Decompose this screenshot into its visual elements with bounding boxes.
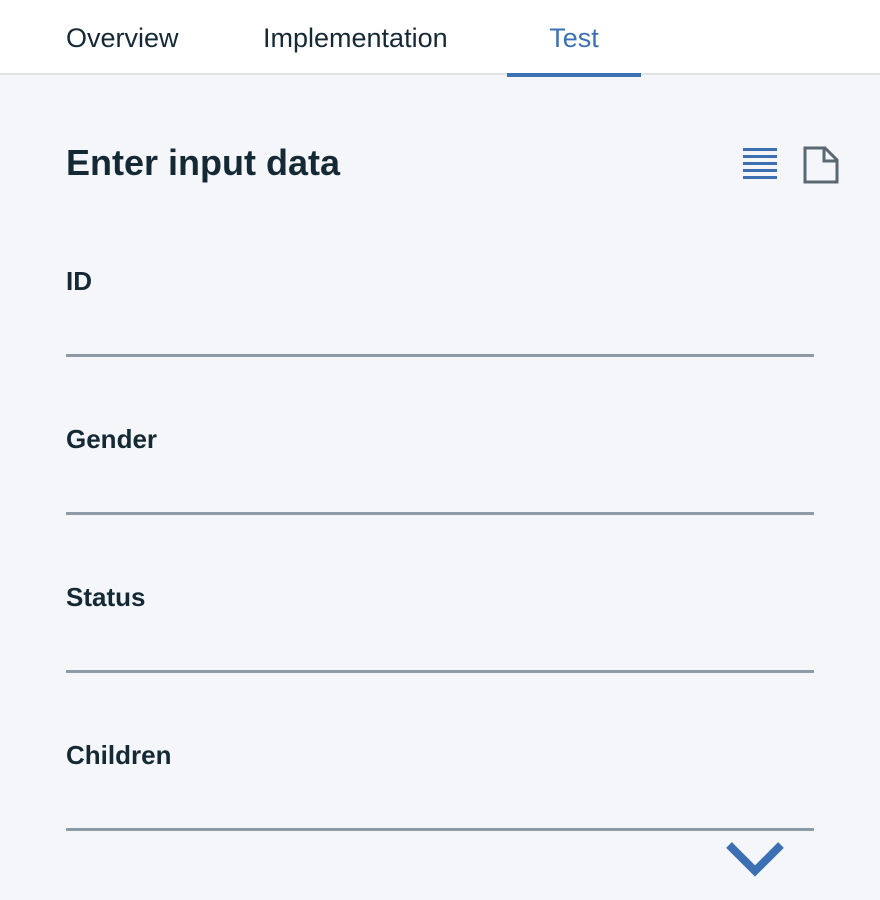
tab-test-label: Test — [549, 23, 599, 53]
field-label-gender: Gender — [66, 424, 158, 454]
panel-title: Enter input data — [66, 142, 341, 183]
tab-bar: Overview Implementation Test — [0, 0, 880, 77]
tab-implementation[interactable]: Implementation — [263, 0, 468, 75]
list-view-icon[interactable] — [743, 147, 777, 186]
field-label-id: ID — [66, 266, 92, 296]
gender-input[interactable] — [66, 472, 814, 515]
children-input[interactable] — [66, 788, 814, 831]
active-tab-indicator — [507, 73, 641, 77]
file-view-icon[interactable] — [803, 146, 839, 189]
chevron-down-icon[interactable] — [726, 841, 784, 882]
field-label-children: Children — [66, 740, 172, 770]
field-label-status: Status — [66, 582, 146, 612]
status-input[interactable] — [66, 630, 814, 673]
tab-test[interactable]: Test — [507, 0, 641, 77]
id-input[interactable] — [66, 314, 814, 357]
tab-overview[interactable]: Overview — [66, 0, 184, 75]
